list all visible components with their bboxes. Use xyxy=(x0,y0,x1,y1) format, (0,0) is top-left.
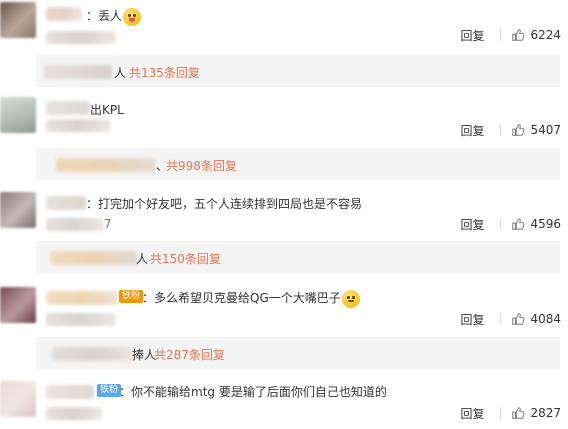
replies-count-link[interactable]: 共998条回复 xyxy=(166,157,237,174)
like-button[interactable]: 4596 xyxy=(511,217,568,231)
like-count: 2827 xyxy=(530,406,561,420)
reply-button[interactable]: 回复 xyxy=(460,216,484,233)
divider xyxy=(500,124,502,136)
thumbs-up-icon xyxy=(512,218,525,230)
comment-actions: 回复 4596 xyxy=(460,216,568,232)
thumbs-up-icon xyxy=(512,29,525,41)
avatar[interactable] xyxy=(0,97,36,133)
thumbs-up-icon xyxy=(512,313,525,325)
replies-count-link[interactable]: 共150条回复 xyxy=(150,250,221,267)
thumbs-up-icon xyxy=(512,407,525,419)
like-count: 6224 xyxy=(530,28,561,42)
divider xyxy=(500,407,502,419)
comment-text: ：丢人 xyxy=(86,7,142,26)
text-blurred xyxy=(46,313,116,326)
fan-badge: 铁粉 xyxy=(97,384,122,397)
replies-summary[interactable]: 人 共135条回复 xyxy=(36,55,560,87)
divider xyxy=(500,218,502,230)
replies-summary[interactable]: 人 共150条回复 xyxy=(36,241,560,273)
username-blurred[interactable] xyxy=(46,101,90,115)
divider xyxy=(500,29,502,41)
like-button[interactable]: 5407 xyxy=(511,123,568,137)
avatar[interactable] xyxy=(0,381,36,417)
reply-preview-text: 人 xyxy=(136,252,149,266)
reply-button[interactable]: 回复 xyxy=(460,311,484,328)
like-button[interactable]: 4084 xyxy=(511,312,568,326)
comment-actions: 回复 4084 xyxy=(460,311,568,327)
like-button[interactable]: 2827 xyxy=(511,406,568,420)
replies-count-link[interactable]: 共135条回复 xyxy=(129,64,200,81)
like-button[interactable]: 6224 xyxy=(511,28,568,42)
reply-preview-text: 人 xyxy=(114,66,127,80)
reply-user-blurred xyxy=(44,65,112,79)
surprised-face-icon xyxy=(123,7,142,26)
replies-summary[interactable]: 捧人 共287条回复 xyxy=(36,337,560,369)
text-blurred xyxy=(46,218,104,231)
text-blurred xyxy=(46,119,110,132)
like-count: 4084 xyxy=(530,312,561,326)
thumbs-up-icon xyxy=(512,124,525,136)
reply-user-blurred xyxy=(50,251,138,265)
username-blurred[interactable] xyxy=(46,196,86,210)
avatar[interactable] xyxy=(0,287,36,323)
divider xyxy=(500,313,502,325)
username-blurred[interactable] xyxy=(46,291,118,305)
text-blurred xyxy=(46,407,102,420)
reply-button[interactable]: 回复 xyxy=(460,27,484,44)
replies-count-link[interactable]: 共287条回复 xyxy=(154,346,225,363)
reply-preview-text: 捧人 xyxy=(132,348,157,362)
comment-text: ：多么希望贝克曼给QG一个大嘴巴子 xyxy=(142,289,360,308)
puzzled-face-icon xyxy=(341,289,360,308)
like-count: 5407 xyxy=(530,123,561,137)
comment-text: 出KPL xyxy=(90,103,124,117)
comment-actions: 回复 5407 xyxy=(460,122,568,138)
fan-badge: 铁粉 xyxy=(119,290,144,303)
comment-actions: 回复 6224 xyxy=(460,27,568,43)
avatar[interactable] xyxy=(0,192,36,228)
comment-text-tail: 7 xyxy=(104,217,112,231)
comment-text: ：打完加个好友吧，五个人连续排到四局也是不容易 xyxy=(86,197,363,211)
replies-summary[interactable]: 、 共998条回复 xyxy=(36,148,560,180)
reply-user-blurred xyxy=(56,158,156,172)
comment-actions: 回复 2827 xyxy=(460,405,568,421)
text-blurred xyxy=(46,31,116,44)
reply-button[interactable]: 回复 xyxy=(460,405,484,422)
avatar[interactable] xyxy=(0,2,36,38)
comment-text: ：你不能输给mtg 要是输了后面你们自己也知道的 xyxy=(119,385,387,399)
reply-user-blurred xyxy=(52,347,134,361)
username-blurred[interactable] xyxy=(46,7,82,21)
like-count: 4596 xyxy=(530,217,561,231)
username-blurred[interactable] xyxy=(46,385,94,399)
reply-button[interactable]: 回复 xyxy=(460,122,484,139)
